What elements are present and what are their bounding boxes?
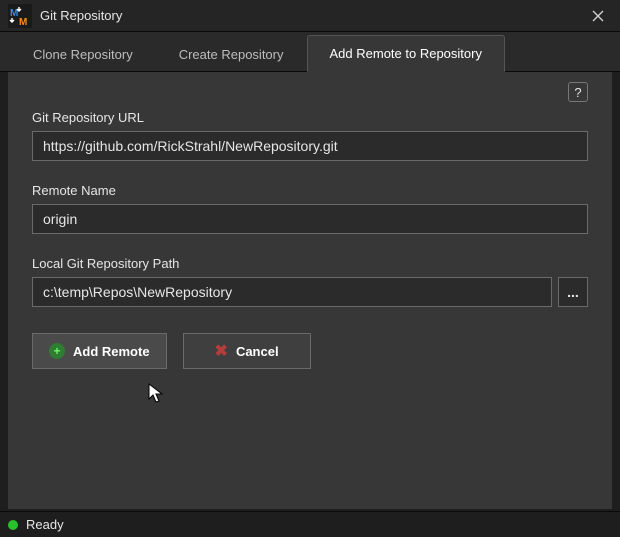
label-remote-name: Remote Name	[32, 183, 588, 198]
plus-circle-icon: +	[49, 343, 65, 359]
add-remote-button[interactable]: + Add Remote	[32, 333, 167, 369]
tab-add-remote[interactable]: Add Remote to Repository	[307, 35, 505, 72]
git-url-input[interactable]	[32, 131, 588, 161]
close-button[interactable]	[584, 2, 612, 30]
tab-create-repository[interactable]: Create Repository	[156, 36, 307, 72]
tabbar: Clone Repository Create Repository Add R…	[0, 32, 620, 72]
help-button[interactable]: ?	[568, 82, 588, 102]
status-text: Ready	[26, 517, 64, 532]
tab-clone-repository[interactable]: Clone Repository	[10, 36, 156, 72]
status-indicator-icon	[8, 520, 18, 530]
content-panel: ? Git Repository URL Remote Name Local G…	[8, 72, 612, 509]
remote-name-input[interactable]	[32, 204, 588, 234]
local-path-input[interactable]	[32, 277, 552, 307]
statusbar: Ready	[0, 511, 620, 537]
cancel-icon: ✖	[215, 341, 228, 361]
window-title: Git Repository	[40, 8, 584, 23]
cancel-button[interactable]: ✖ Cancel	[183, 333, 311, 369]
titlebar: M M Git Repository	[0, 0, 620, 32]
svg-text:M: M	[19, 17, 27, 28]
label-git-url: Git Repository URL	[32, 110, 588, 125]
cancel-button-label: Cancel	[236, 344, 279, 359]
browse-button[interactable]: ...	[558, 277, 588, 307]
label-local-path: Local Git Repository Path	[32, 256, 588, 271]
close-icon	[592, 10, 604, 22]
app-icon: M M	[8, 4, 32, 28]
add-remote-button-label: Add Remote	[73, 344, 150, 359]
